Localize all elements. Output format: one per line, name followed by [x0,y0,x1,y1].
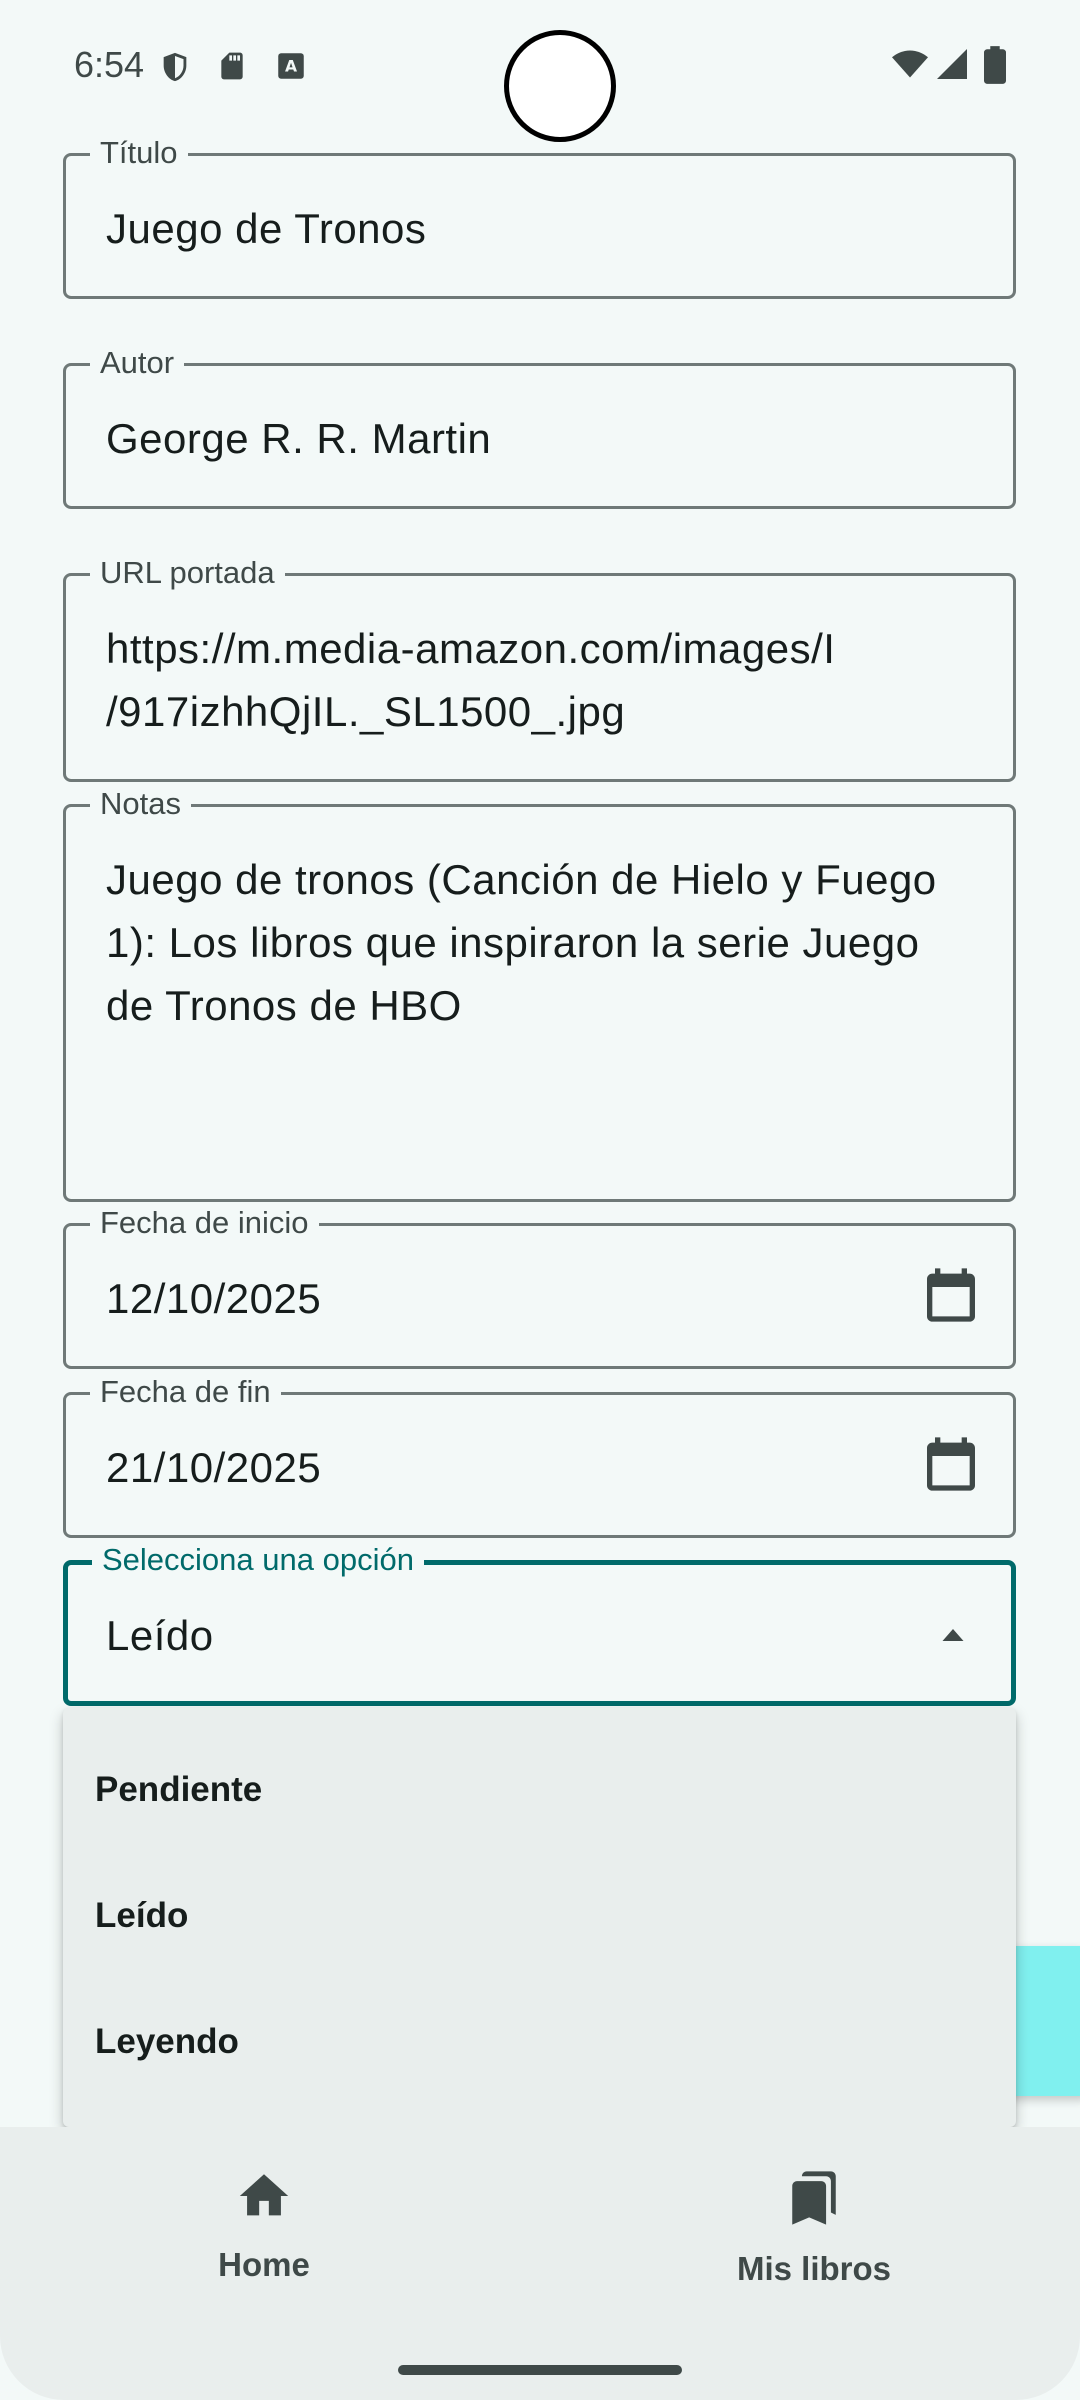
nav-label-home: Home [218,2246,310,2283]
status-options-menu: Pendiente Leído Leyendo [63,1708,1016,2127]
nav-item-home[interactable]: Home [114,2167,414,2284]
wifi-icon [890,46,930,87]
end-date-field[interactable]: Fecha de fin 21/10/2025 [63,1373,1016,1538]
cover-url-field-label: URL portada [90,554,285,592]
bookmarks-icon [785,2171,843,2233]
status-dropdown[interactable]: Selecciona una opción Leído [63,1541,1016,1706]
author-field-label: Autor [90,344,185,382]
status-time: 6:54 [74,44,145,85]
status-option-pendiente[interactable]: Pendiente [95,1770,262,1810]
title-field-value: Juego de Tronos [106,205,427,252]
start-date-field-label: Fecha de inicio [90,1204,319,1242]
author-field-value: George R. R. Martin [106,415,492,462]
status-option-leido[interactable]: Leído [95,1896,188,1936]
cover-url-value-line-1: https://m.media-amazon.com/images/I [106,625,836,672]
app-screen: 6:54 A Título Juego de Tronos Autor Geor… [0,0,1080,2400]
notes-field-label: Notas [90,785,191,823]
start-date-field[interactable]: Fecha de inicio 12/10/2025 [63,1204,1016,1369]
calendar-icon[interactable] [919,1262,983,1333]
camera-cutout [504,30,616,142]
arrow-up-icon[interactable] [935,1617,971,1658]
notes-field[interactable]: Notas Juego de tronos (Canción de Hielo … [63,785,1016,1202]
cell-signal-icon [934,46,970,87]
nav-label-mis-libros: Mis libros [736,2250,892,2287]
title-field[interactable]: Título Juego de Tronos [63,134,1016,299]
status-dropdown-value: Leído [106,1612,214,1659]
notes-value-line-1: Juego de tronos (Canción de Hielo y Fueg… [106,856,937,903]
svg-text:A: A [285,58,297,76]
cover-url-value-line-2: /917izhhQjIL._SL1500_.jpg [106,688,626,735]
battery-icon [984,46,1006,89]
calendar-icon[interactable] [919,1431,983,1502]
notes-value-line-3: de Tronos de HBO [106,982,462,1029]
end-date-field-label: Fecha de fin [90,1373,281,1411]
end-date-value: 21/10/2025 [106,1444,322,1491]
shield-icon [158,48,192,91]
status-bar: 6:54 A [0,0,1080,142]
home-indicator[interactable] [398,2365,682,2375]
bottom-navigation: Home Mis libros [0,2127,1080,2400]
notes-value-line-2: 1): Los libros que inspiraron la serie J… [106,919,920,966]
status-dropdown-label: Selecciona una opción [92,1541,424,1579]
keyboard-a-icon: A [274,48,308,89]
start-date-value: 12/10/2025 [106,1275,322,1322]
status-option-leyendo[interactable]: Leyendo [95,2022,239,2062]
sd-card-icon [216,48,248,89]
home-icon [235,2174,293,2229]
title-field-label: Título [90,134,188,172]
cover-url-field[interactable]: URL portada https://m.media-amazon.com/i… [63,554,1016,782]
author-field[interactable]: Autor George R. R. Martin [63,344,1016,509]
nav-item-mis-libros[interactable]: Mis libros [664,2167,964,2288]
